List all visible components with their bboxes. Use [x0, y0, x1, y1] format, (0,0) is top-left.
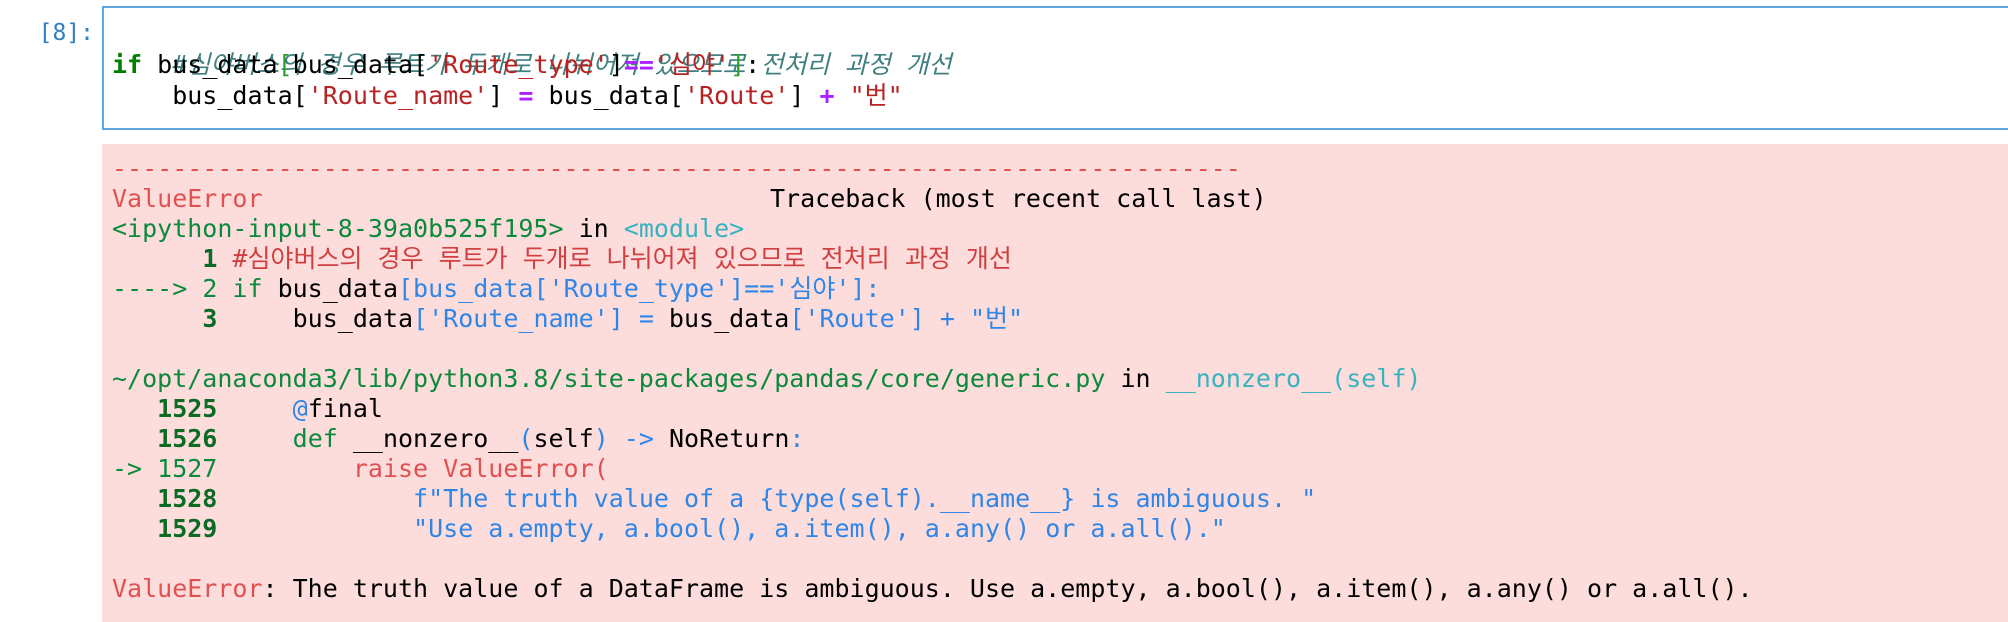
traceback-header-right: Traceback (most recent call last) — [770, 184, 1267, 213]
code-token: ] — [608, 50, 624, 79]
line-code: self — [533, 424, 594, 453]
traceback-header: ValueError Traceback (most recent call la… — [112, 184, 1267, 214]
frame1-file: <ipython-input-8-39a0b525f195> — [112, 214, 564, 243]
line-number: 1527 — [157, 454, 218, 483]
line-code: @ — [292, 394, 308, 423]
code-cell-input[interactable]: #심야버스의 경우 루트가 두개로 나뉘어져 있으므로 전처리 과정 개선 if… — [102, 6, 2008, 130]
line-number: 1528 — [157, 484, 218, 513]
line-code: __nonzero__ — [337, 424, 519, 453]
line-prefix — [112, 424, 157, 453]
frame2-func: __nonzero__(self) — [1165, 364, 1422, 393]
code-string: 'Route_name' — [307, 81, 489, 110]
cell-prompt: [8]: — [38, 20, 94, 46]
line-arrow: ----> — [112, 274, 203, 303]
line-keyword: if — [217, 274, 263, 303]
code-token: bus_data — [142, 50, 278, 79]
code-token: ] — [488, 81, 519, 110]
error-output-area: ----------------------------------------… — [102, 144, 2008, 622]
code-string: '심야' — [653, 50, 731, 79]
line-number: 1529 — [157, 514, 218, 543]
code-operator: == — [623, 50, 654, 79]
line-code: f"The truth value of a {type(self).__nam… — [413, 484, 1317, 513]
line-arrow: -> — [112, 454, 158, 483]
line-prefix — [112, 484, 157, 513]
code-operator: + — [819, 81, 835, 110]
line-code: raise ValueError( — [352, 454, 609, 483]
code-string: "번" — [849, 81, 903, 110]
keyword-if: if — [112, 50, 143, 79]
line-prefix — [112, 244, 202, 273]
line-code: "Use a.empty, a.bool(), a.item(), a.any(… — [413, 514, 1226, 543]
frame2-file: ~/opt/anaconda3/lib/python3.8/site-packa… — [112, 364, 1106, 393]
line-prefix — [112, 514, 157, 543]
frame1-line-3: 3 bus_data['Route_name'] = bus_data['Rou… — [112, 304, 1023, 334]
line-code: [bus_data['Route_type']=='심야']: — [398, 274, 881, 303]
line-code: #심야버스의 경우 루트가 두개로 나뉘어져 있으므로 전처리 과정 개선 — [217, 244, 1012, 273]
frame1-header: <ipython-input-8-39a0b525f195> in <modul… — [112, 214, 744, 244]
line-code: bus_data — [217, 304, 414, 333]
final-error-line: ValueError: The truth value of a DataFra… — [112, 574, 1753, 604]
code-string: 'Route' — [683, 81, 790, 110]
traceback-dashes: ----------------------------------------… — [112, 154, 1241, 183]
line-code: bus_data — [668, 304, 790, 333]
frame2-line-1526: 1526 def __nonzero__(self) -> NoReturn: — [112, 424, 804, 454]
code-token: bus_data[ — [292, 50, 429, 79]
line-prefix — [112, 394, 157, 423]
frame2-line-1529: 1529 "Use a.empty, a.bool(), a.item(), a… — [112, 514, 1226, 544]
error-name: ValueError — [112, 184, 263, 213]
line-code: final — [307, 394, 383, 423]
code-line-2: if bus_data[bus_data['Route_type']=='심야'… — [112, 49, 760, 80]
line-code: : — [789, 424, 805, 453]
code-token: ] — [789, 81, 820, 110]
code-bracket: ] — [730, 50, 746, 79]
code-string: 'Route_type' — [428, 50, 609, 79]
line-code: ['Route'] + "번" — [789, 304, 1024, 333]
code-bracket: [ — [277, 50, 293, 79]
line-code: ) — [593, 424, 609, 453]
frame2-header: ~/opt/anaconda3/lib/python3.8/site-packa… — [112, 364, 1421, 394]
line-number: 3 — [202, 304, 218, 333]
frame1-func: <module> — [623, 214, 745, 243]
frame2-line-1528: 1528 f"The truth value of a {type(self).… — [112, 484, 1316, 514]
frame1-line-2: ----> 2 if bus_data[bus_data['Route_type… — [112, 274, 881, 304]
code-token: bus_data[ — [533, 81, 684, 110]
line-number: 1525 — [157, 394, 218, 423]
frame2-line-1525: 1525 @final — [112, 394, 383, 424]
line-number: 1 — [202, 244, 218, 273]
line-number: 1526 — [157, 424, 218, 453]
line-code: -> — [608, 424, 669, 453]
frame1-in: in — [563, 214, 624, 243]
line-code: bus_data — [262, 274, 398, 303]
line-prefix — [112, 304, 202, 333]
final-error-name: ValueError — [112, 574, 263, 603]
final-error-message: : The truth value of a DataFrame is ambi… — [262, 574, 1753, 603]
frame2-line-1527: -> 1527 raise ValueError( — [112, 454, 609, 484]
frame2-in: in — [1105, 364, 1166, 393]
line-code: ( — [518, 424, 534, 453]
line-code: NoReturn — [668, 424, 790, 453]
code-operator: = — [518, 81, 534, 110]
frame1-line-1: 1 #심야버스의 경우 루트가 두개로 나뉘어져 있으므로 전처리 과정 개선 — [112, 244, 1012, 274]
code-line-3: bus_data['Route_name'] = bus_data['Route… — [112, 80, 903, 111]
code-token: : — [745, 50, 761, 79]
code-token: bus_data[ — [112, 81, 308, 110]
line-number: 2 — [202, 274, 218, 303]
line-keyword: def — [292, 424, 338, 453]
line-code: ['Route_name'] = — [413, 304, 669, 333]
